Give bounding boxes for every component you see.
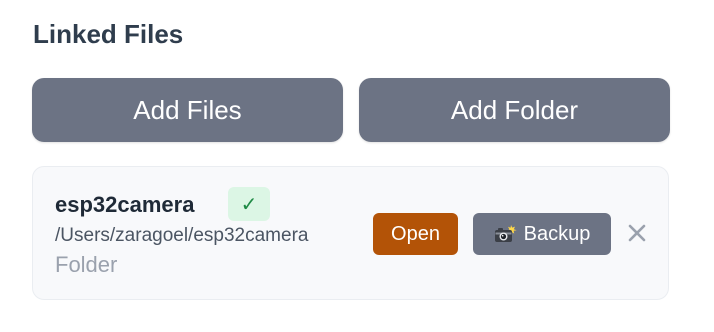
add-files-label: Add Files xyxy=(133,94,242,125)
backup-button[interactable]: Backup xyxy=(473,213,611,255)
camera-flash-icon xyxy=(494,225,518,243)
status-badge: ✓ xyxy=(228,187,270,221)
open-button[interactable]: Open xyxy=(373,213,458,255)
checkmark-icon: ✓ xyxy=(240,192,258,216)
file-path: /Users/zaragoel/esp32camera xyxy=(55,225,309,246)
add-folder-button[interactable]: Add Folder xyxy=(359,78,670,142)
close-icon xyxy=(627,223,647,248)
linked-file-card: esp32camera ✓ /Users/zaragoel/esp32camer… xyxy=(32,166,669,300)
open-label: Open xyxy=(391,222,440,245)
file-name: esp32camera xyxy=(55,192,195,217)
backup-label: Backup xyxy=(523,222,591,245)
add-files-button[interactable]: Add Files xyxy=(32,78,343,142)
section-title: Linked Files xyxy=(33,19,184,49)
file-type: Folder xyxy=(55,252,118,277)
add-folder-label: Add Folder xyxy=(450,94,579,125)
remove-button[interactable] xyxy=(623,221,651,249)
